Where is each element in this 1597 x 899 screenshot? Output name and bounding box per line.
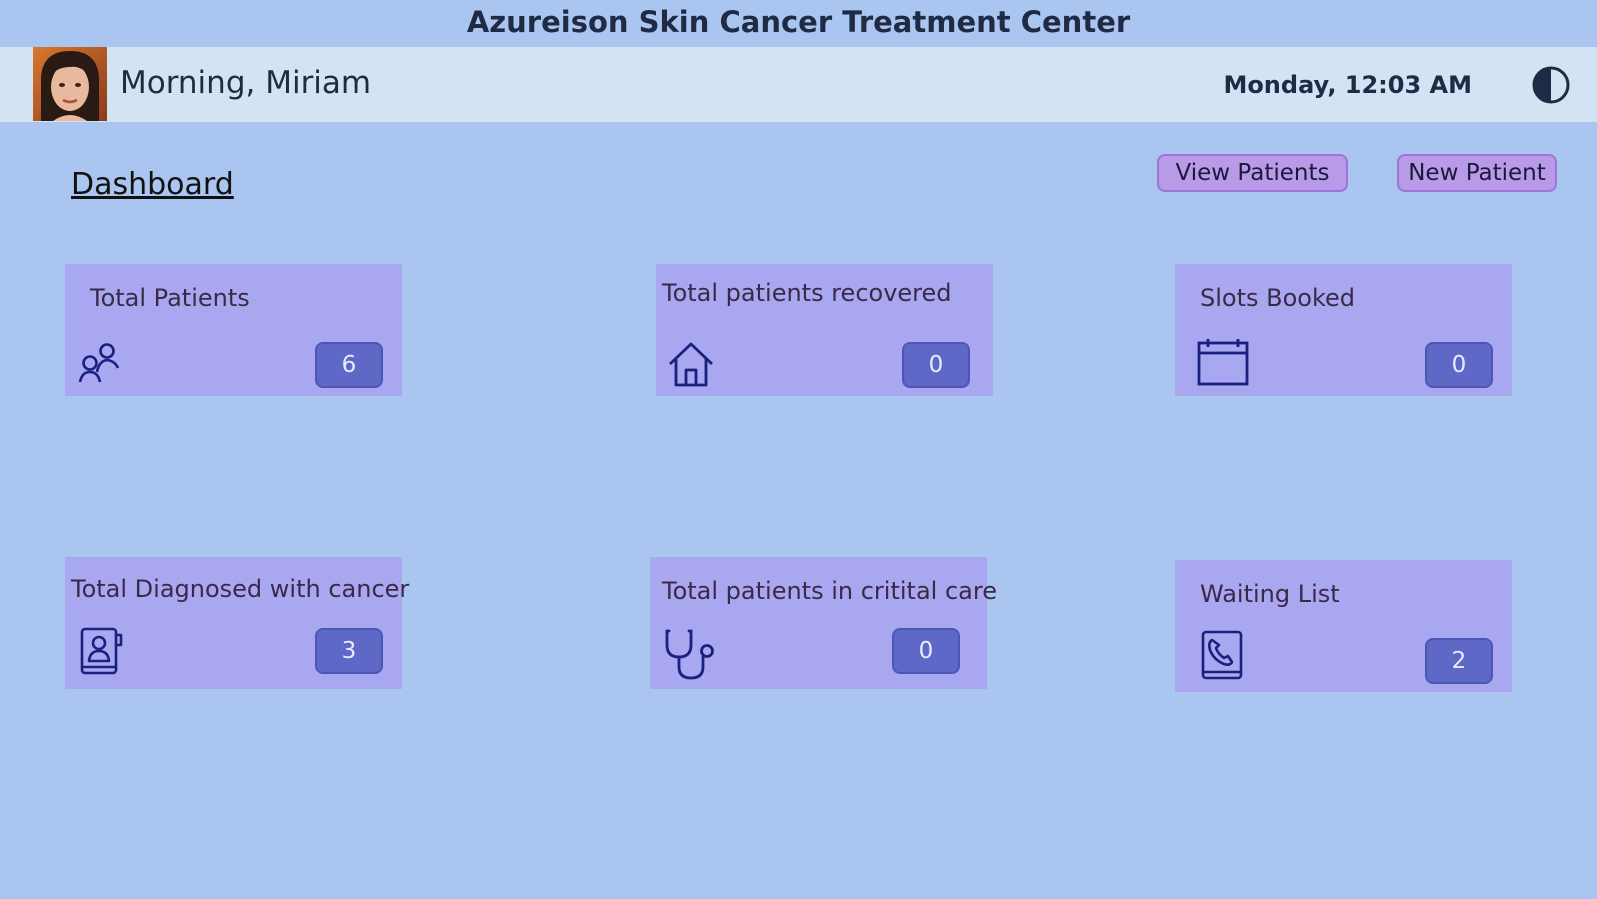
count-badge: 0 xyxy=(1425,342,1493,388)
count-badge: 0 xyxy=(892,628,960,674)
datetime-text: Monday, 12:03 AM xyxy=(1223,71,1472,99)
contrast-icon[interactable] xyxy=(1532,66,1570,104)
user-photo xyxy=(33,47,107,121)
card-title: Total Patients xyxy=(90,284,250,312)
people-icon xyxy=(77,342,121,390)
card-diagnosed-cancer: Total Diagnosed with cancer 3 xyxy=(65,557,409,689)
stethoscope-icon xyxy=(663,627,719,685)
card-critical-care: Total patients in critital care 0 xyxy=(650,557,997,689)
new-patient-button[interactable]: New Patient xyxy=(1397,154,1557,192)
card-title: Slots Booked xyxy=(1200,284,1356,312)
count-badge: 0 xyxy=(902,342,970,388)
view-patients-button[interactable]: View Patients xyxy=(1157,154,1348,192)
card-waiting-list: Waiting List 2 xyxy=(1175,560,1512,692)
title-bar: Azureison Skin Cancer Treatment Center xyxy=(0,0,1597,47)
count-badge: 3 xyxy=(315,628,383,674)
card-title: Waiting List xyxy=(1200,580,1340,608)
calendar-icon xyxy=(1197,338,1249,390)
card-title: Total Diagnosed with cancer xyxy=(71,575,410,603)
app-window: Azureison Skin Cancer Treatment Center M… xyxy=(0,0,1597,899)
count-badge: 2 xyxy=(1425,638,1493,684)
card-patients-recovered: Total patients recovered 0 xyxy=(656,264,993,396)
card-slots-booked: Slots Booked 0 xyxy=(1175,264,1512,396)
card-title: Total patients in critital care xyxy=(662,577,997,605)
card-title: Total patients recovered xyxy=(662,279,952,307)
greeting-text: Morning, Miriam xyxy=(120,65,372,101)
home-icon xyxy=(667,341,715,391)
count-badge: 6 xyxy=(315,342,383,388)
greeting-bar: Morning, Miriam Monday, 12:03 AM xyxy=(0,47,1597,122)
phone-book-icon xyxy=(1200,630,1246,684)
app-title: Azureison Skin Cancer Treatment Center xyxy=(466,5,1131,39)
card-total-patients: Total Patients 6 xyxy=(65,264,402,396)
avatar xyxy=(33,47,107,121)
contact-book-icon xyxy=(79,627,123,679)
dashboard-link[interactable]: Dashboard xyxy=(71,167,234,202)
